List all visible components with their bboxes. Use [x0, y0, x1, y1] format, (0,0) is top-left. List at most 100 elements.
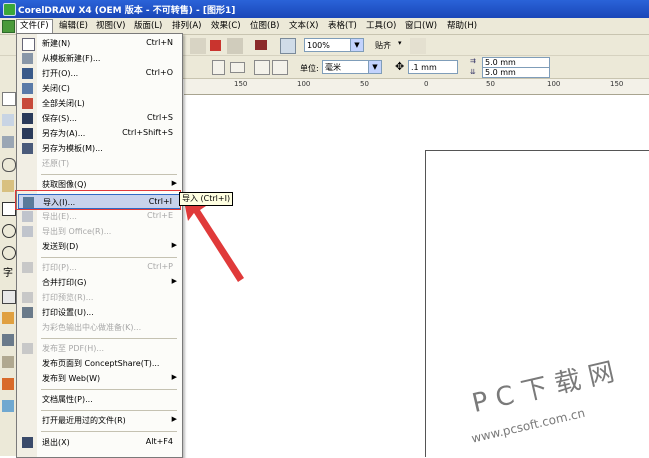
ruler-tick-label: 50: [486, 80, 495, 88]
menu-edit[interactable]: 编辑(E): [56, 20, 91, 32]
menu-item-publish-conceptshare[interactable]: 发布页面到 ConceptShare(T)...: [18, 356, 181, 371]
menu-item-label: 全部关闭(L): [42, 99, 85, 108]
print-icon: [22, 262, 33, 273]
menu-effects[interactable]: 效果(C): [208, 20, 244, 32]
application-launcher-icon[interactable]: [210, 40, 221, 51]
chevron-down-icon[interactable]: ▼: [368, 61, 381, 73]
polygon-tool-icon[interactable]: [2, 246, 16, 260]
menu-item-label: 发布页面到 ConceptShare(T)...: [42, 359, 160, 368]
menu-item-publish-web[interactable]: 发布到 Web(W) ▶: [18, 371, 181, 386]
menu-item-exit[interactable]: 退出(X) Alt+F4: [18, 435, 181, 450]
options-icon[interactable]: [410, 38, 426, 54]
document-page[interactable]: [425, 150, 649, 457]
menu-item-export[interactable]: 导出(E)... Ctrl+E: [18, 209, 181, 224]
all-pages-icon[interactable]: [254, 60, 270, 75]
landscape-icon[interactable]: [230, 62, 245, 73]
fill-tool-icon[interactable]: [2, 378, 14, 390]
current-page-icon[interactable]: [272, 60, 288, 75]
snap-dropdown-icon[interactable]: ▾: [398, 39, 402, 47]
close-doc-icon: [22, 83, 33, 94]
menu-item-export-office[interactable]: 导出到 Office(R)...: [18, 224, 181, 239]
menu-bitmaps[interactable]: 位图(B): [247, 20, 282, 32]
menu-item-new[interactable]: 新建(N) Ctrl+N: [18, 36, 181, 51]
menu-separator: [41, 338, 177, 339]
file-menu: 新建(N) Ctrl+N 从模板新建(F)... 打开(O)... Ctrl+O…: [16, 33, 183, 458]
rectangle-tool-icon[interactable]: [2, 202, 16, 216]
menu-item-save-as[interactable]: 另存为(A)... Ctrl+Shift+S: [18, 126, 181, 141]
menu-item-revert[interactable]: 还原(T): [18, 156, 181, 171]
menu-item-prepare-for-service-bureau[interactable]: 为彩色输出中心做准备(K)...: [18, 320, 181, 335]
chevron-down-icon[interactable]: ▼: [350, 39, 363, 51]
nudge-input[interactable]: .1 mm: [408, 60, 458, 74]
menu-view[interactable]: 视图(V): [93, 20, 128, 32]
shape-tool-icon[interactable]: [2, 114, 14, 126]
units-label: 单位:: [300, 64, 319, 73]
menu-item-document-properties[interactable]: 文档属性(P)...: [18, 392, 181, 407]
freehand-tool-icon[interactable]: [2, 180, 14, 192]
menu-item-label: 新建(N): [42, 39, 71, 48]
menu-text[interactable]: 文本(X): [286, 20, 321, 32]
menu-item-new-from-template[interactable]: 从模板新建(F)...: [18, 51, 181, 66]
menu-window[interactable]: 窗口(W): [402, 20, 440, 32]
zoom-value: 100%: [307, 41, 330, 50]
menu-item-shortcut: Ctrl+P: [147, 262, 173, 271]
submenu-arrow-icon: ▶: [171, 373, 177, 381]
export-icon: [22, 211, 33, 222]
pick-tool-icon[interactable]: [2, 92, 16, 106]
menu-layout[interactable]: 版面(L): [131, 20, 165, 32]
menu-item-print[interactable]: 打印(P)... Ctrl+P: [18, 260, 181, 275]
menu-item-shortcut: Ctrl+O: [145, 68, 173, 77]
smart-fill-tool-icon[interactable]: [2, 400, 14, 412]
menu-tools[interactable]: 工具(O): [363, 20, 399, 32]
exit-icon: [22, 437, 33, 448]
welcome-screen-icon[interactable]: [280, 38, 296, 54]
menu-item-print-setup[interactable]: 打印设置(U)...: [18, 305, 181, 320]
menu-item-shortcut: Ctrl+S: [146, 113, 173, 122]
text-tool-icon[interactable]: 字: [2, 268, 14, 280]
menu-item-label: 发布至 PDF(H)...: [42, 344, 105, 353]
new-doc-icon: [22, 38, 35, 51]
menu-item-send-to[interactable]: 发送到(D) ▶: [18, 239, 181, 254]
menu-item-label: 打印(P)...: [42, 263, 77, 272]
table-tool-icon[interactable]: [2, 290, 16, 304]
copy-icon[interactable]: [227, 38, 243, 54]
horizontal-ruler[interactable]: 150 100 50 0 50 100 150: [184, 79, 649, 95]
menu-item-recent-files[interactable]: 打开最近用过的文件(R) ▶: [18, 413, 181, 428]
menu-item-print-preview[interactable]: 打印预览(R)...: [18, 290, 181, 305]
ruler-tick-label: 150: [234, 80, 248, 88]
menu-item-save[interactable]: 保存(S)... Ctrl+S: [18, 111, 181, 126]
menu-item-close-all[interactable]: 全部关闭(L): [18, 96, 181, 111]
menu-help[interactable]: 帮助(H): [444, 20, 480, 32]
menu-item-shortcut: Alt+F4: [145, 437, 173, 446]
zoom-tool-icon[interactable]: [2, 158, 16, 172]
menu-item-close[interactable]: 关闭(C): [18, 81, 181, 96]
menu-arrange[interactable]: 排列(A): [169, 20, 204, 32]
menu-item-open[interactable]: 打开(O)... Ctrl+O: [18, 66, 181, 81]
document-icon[interactable]: [2, 20, 15, 33]
menu-item-publish-pdf[interactable]: 发布至 PDF(H)...: [18, 341, 181, 356]
ruler-tick-label: 100: [547, 80, 561, 88]
portrait-icon[interactable]: [212, 60, 225, 75]
menu-item-label: 关闭(C): [42, 84, 70, 93]
ruler-tick-label: 0: [424, 80, 429, 88]
outline-tool-icon[interactable]: [2, 356, 14, 368]
cut-icon[interactable]: [190, 38, 206, 54]
eyedropper-tool-icon[interactable]: [2, 334, 14, 346]
interactive-fill-tool-icon[interactable]: [2, 312, 14, 324]
highlight-box: [15, 190, 181, 210]
ellipse-tool-icon[interactable]: [2, 224, 16, 238]
menu-item-label: 打印预览(R)...: [42, 293, 94, 302]
menu-item-print-merge[interactable]: 合并打印(G) ▶: [18, 275, 181, 290]
export-toolbar-icon[interactable]: [255, 40, 267, 50]
menu-item-label: 文档属性(P)...: [42, 395, 93, 404]
snap-label[interactable]: 贴齐: [375, 40, 391, 51]
submenu-arrow-icon: ▶: [171, 241, 177, 249]
zoom-combo[interactable]: 100% ▼: [304, 38, 364, 52]
crop-tool-icon[interactable]: [2, 136, 14, 148]
ruler-tick-label: 150: [610, 80, 624, 88]
units-combo[interactable]: 毫米 ▼: [322, 60, 382, 74]
duplicate-y-input[interactable]: 5.0 mm: [482, 67, 550, 78]
menu-item-save-as-template[interactable]: 另存为模板(M)...: [18, 141, 181, 156]
menu-table[interactable]: 表格(T): [325, 20, 360, 32]
menu-item-label: 另存为(A)...: [42, 129, 86, 138]
